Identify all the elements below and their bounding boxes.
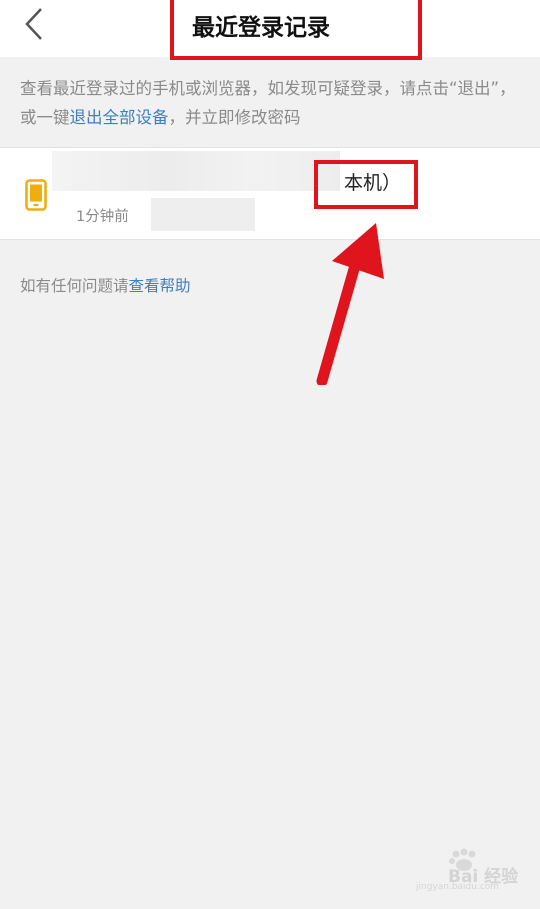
view-help-link[interactable]: 查看帮助 [129,277,191,295]
logout-all-devices-link[interactable]: 退出全部设备 [70,108,169,127]
notice-text-after: ，并立即修改密码 [168,108,301,127]
location-redacted [151,198,255,231]
device-highlight-box [314,160,418,209]
title-highlight-box [170,0,422,60]
smartphone-icon [25,179,47,211]
device-name-redacted [52,151,340,191]
help-prefix: 如有任何问题请 [20,277,129,295]
watermark-url: jingyan.baidu.com [416,882,500,892]
back-button[interactable] [14,4,54,44]
login-time: 1分钟前 [76,209,129,225]
chevron-left-icon [25,8,42,40]
notice-text: 查看最近登录过的手机或浏览器，如发现可疑登录，请点击“退出”，或一键退出全部设备… [20,74,520,132]
red-arrow-annotation [316,223,384,385]
login-session-card[interactable]: 本机） 1分钟前 [0,147,540,240]
help-text: 如有任何问题请查看帮助 [20,274,191,296]
